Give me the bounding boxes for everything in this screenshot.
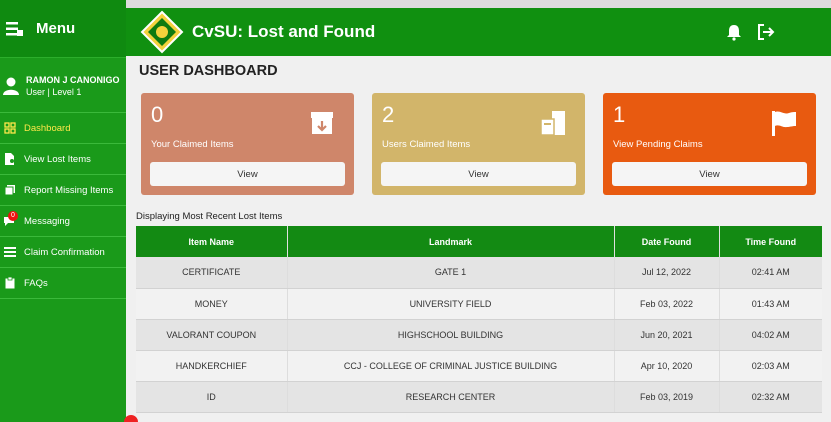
clipboard-icon bbox=[5, 277, 15, 289]
table-caption: Displaying Most Recent Lost Items bbox=[136, 211, 283, 222]
cell-landmark: GATE 1 bbox=[287, 257, 615, 289]
card-view-pending-claims: 1 View Pending Claims View bbox=[603, 93, 816, 195]
card-count: 2 bbox=[382, 102, 395, 127]
cell-date-found: Jun 20, 2021 bbox=[614, 319, 720, 351]
cell-item-name: ID bbox=[136, 381, 288, 413]
cell-landmark: UNIVERSITY FIELD bbox=[287, 288, 615, 320]
cell-time-found: 02:41 AM bbox=[719, 257, 822, 289]
card-count: 0 bbox=[151, 102, 164, 127]
cell-time-found: 01:43 AM bbox=[719, 288, 822, 320]
sidebar-item-claim-confirmation[interactable]: Claim Confirmation bbox=[0, 237, 126, 268]
grid-icon bbox=[4, 122, 16, 134]
card-your-claimed-items: 0 Your Claimed Items View bbox=[141, 93, 354, 195]
view-users-claimed-button[interactable]: View bbox=[381, 162, 576, 186]
list-icon bbox=[4, 247, 16, 257]
card-count: 1 bbox=[613, 102, 626, 127]
messaging-badge: 0 bbox=[8, 211, 18, 221]
cell-landmark: RESEARCH CENTER bbox=[287, 381, 615, 413]
archive-box-icon bbox=[311, 112, 333, 134]
column-header-item-name: Item Name bbox=[136, 226, 288, 257]
sidebar-item-label: Messaging bbox=[24, 215, 70, 227]
sidebar-header: Menu bbox=[0, 0, 126, 58]
sidebar-item-messaging[interactable]: 0 Messaging bbox=[0, 206, 126, 237]
recording-indicator bbox=[124, 415, 138, 422]
cell-date-found: Apr 10, 2020 bbox=[614, 350, 720, 382]
sidebar-item-label: Claim Confirmation bbox=[24, 246, 105, 258]
sidebar-item-view-lost-items[interactable]: View Lost Items bbox=[0, 144, 126, 175]
column-header-date-found: Date Found bbox=[614, 226, 720, 257]
table-row[interactable]: HANDKERCHIEF CCJ - COLLEGE OF CRIMINAL J… bbox=[136, 350, 822, 382]
cell-landmark: HIGHSCHOOL BUILDING bbox=[287, 319, 615, 351]
cell-time-found: 02:32 AM bbox=[719, 381, 822, 413]
copy-icon bbox=[4, 185, 15, 196]
user-name: RAMON J CANONIGO bbox=[26, 75, 120, 85]
user-role: User | Level 1 bbox=[26, 87, 82, 97]
cell-time-found: 02:03 AM bbox=[719, 350, 822, 382]
user-info: RAMON J CANONIGO User | Level 1 bbox=[0, 58, 126, 106]
boxes-icon bbox=[540, 111, 565, 136]
sidebar-item-label: View Lost Items bbox=[24, 153, 91, 165]
menu-label: Menu bbox=[36, 20, 76, 37]
view-pending-claims-button[interactable]: View bbox=[612, 162, 807, 186]
sidebar-item-report-missing-items[interactable]: Report Missing Items bbox=[0, 175, 126, 206]
main-content: USER DASHBOARD 0 Your Claimed Items View… bbox=[126, 56, 831, 422]
file-search-icon bbox=[5, 153, 14, 165]
table-header-row: Item Name Landmark Date Found Time Found bbox=[136, 226, 822, 257]
top-navbar: CvSU: Lost and Found bbox=[126, 8, 831, 56]
cell-date-found: Feb 03, 2019 bbox=[614, 381, 720, 413]
sidebar-item-label: Dashboard bbox=[24, 122, 71, 134]
cell-date-found: Jul 12, 2022 bbox=[614, 257, 720, 289]
card-label: Your Claimed Items bbox=[151, 139, 234, 150]
app-title: CvSU: Lost and Found bbox=[192, 22, 376, 41]
sidebar-item-faqs[interactable]: FAQs bbox=[0, 268, 126, 299]
card-users-claimed-items: 2 Users Claimed Items View bbox=[372, 93, 585, 195]
cell-item-name: HANDKERCHIEF bbox=[136, 350, 288, 382]
sidebar-item-label: FAQs bbox=[24, 277, 48, 289]
table-row[interactable]: ID RESEARCH CENTER Feb 03, 2019 02:32 AM bbox=[136, 381, 822, 413]
recent-lost-items-table: Item Name Landmark Date Found Time Found… bbox=[136, 226, 822, 413]
cell-item-name: CERTIFICATE bbox=[136, 257, 288, 289]
column-header-landmark: Landmark bbox=[287, 226, 615, 257]
view-claimed-items-button[interactable]: View bbox=[150, 162, 345, 186]
cell-date-found: Feb 03, 2022 bbox=[614, 288, 720, 320]
cell-item-name: VALORANT COUPON bbox=[136, 319, 288, 351]
cell-item-name: MONEY bbox=[136, 288, 288, 320]
table-row[interactable]: VALORANT COUPON HIGHSCHOOL BUILDING Jun … bbox=[136, 319, 822, 351]
cell-time-found: 04:02 AM bbox=[719, 319, 822, 351]
logout-icon[interactable] bbox=[757, 23, 775, 41]
sidebar-item-dashboard[interactable]: Dashboard bbox=[0, 113, 126, 144]
card-label: View Pending Claims bbox=[613, 139, 703, 150]
page-title: USER DASHBOARD bbox=[139, 63, 278, 79]
cell-landmark: CCJ - COLLEGE OF CRIMINAL JUSTICE BUILDI… bbox=[287, 350, 615, 382]
user-icon bbox=[3, 77, 19, 95]
column-header-time-found: Time Found bbox=[719, 226, 822, 257]
hamburger-icon[interactable] bbox=[4, 18, 26, 40]
sidebar: Menu RAMON J CANONIGO User | Level 1 Das… bbox=[0, 0, 126, 422]
sidebar-item-label: Report Missing Items bbox=[24, 184, 114, 196]
bell-icon[interactable] bbox=[725, 23, 743, 41]
sidebar-nav: Dashboard View Lost Items Report Missing… bbox=[0, 112, 126, 299]
flag-icon bbox=[772, 111, 796, 136]
top-actions bbox=[725, 23, 775, 41]
table-row[interactable]: MONEY UNIVERSITY FIELD Feb 03, 2022 01:4… bbox=[136, 288, 822, 320]
cvsu-logo bbox=[140, 10, 184, 54]
card-label: Users Claimed Items bbox=[382, 139, 471, 150]
table-row[interactable]: CERTIFICATE GATE 1 Jul 12, 2022 02:41 AM bbox=[136, 257, 822, 289]
